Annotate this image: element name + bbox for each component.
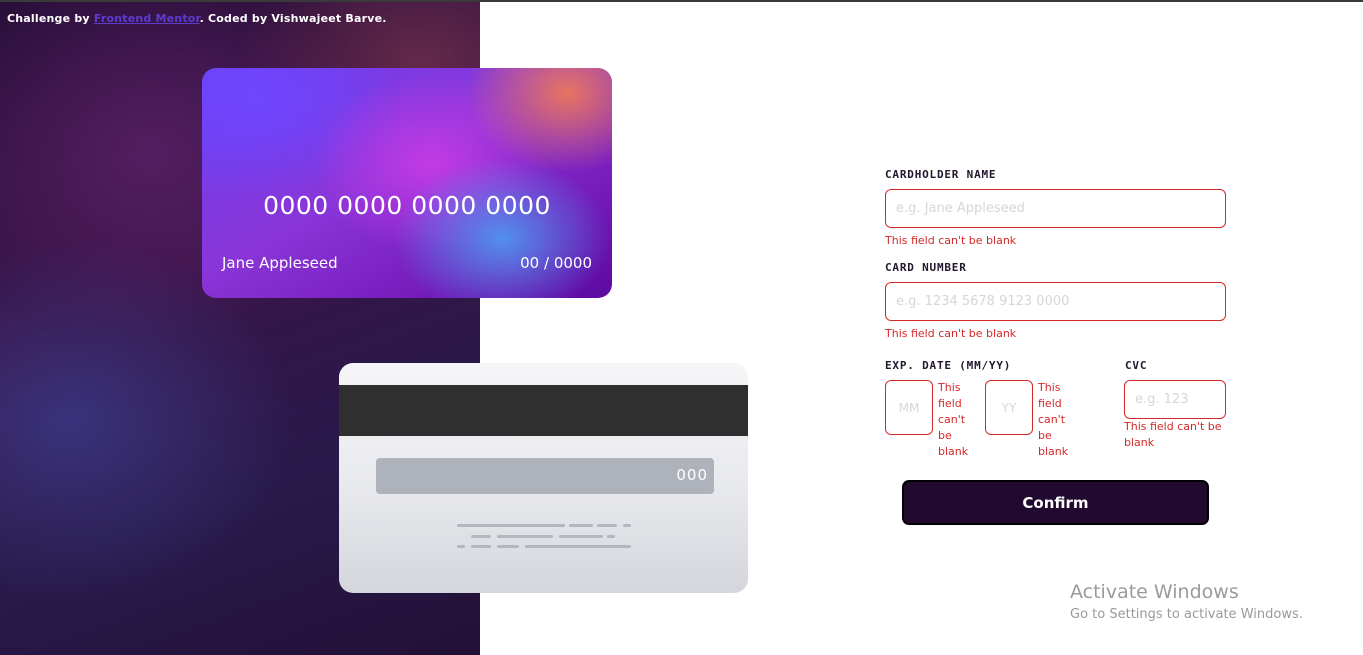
card-number-input[interactable] bbox=[885, 282, 1226, 321]
attribution-prefix: Challenge by bbox=[7, 12, 94, 25]
cvc-label: CVC bbox=[1125, 359, 1148, 372]
cardholder-name-error: This field can't be blank bbox=[885, 234, 1017, 247]
activate-windows-subtitle: Go to Settings to activate Windows. bbox=[1070, 607, 1303, 622]
exp-month-input[interactable] bbox=[885, 380, 933, 435]
decorative-dash bbox=[569, 524, 593, 527]
exp-year-input[interactable] bbox=[985, 380, 1033, 435]
decorative-dash bbox=[559, 535, 603, 538]
magnetic-stripe bbox=[339, 385, 748, 436]
decorative-dash bbox=[497, 545, 519, 548]
decorative-dash bbox=[525, 545, 631, 548]
exp-month-error: This field can't be blank bbox=[938, 381, 969, 458]
decorative-dash bbox=[457, 545, 465, 548]
card-front: 0000 0000 0000 0000 Jane Appleseed 00 / … bbox=[202, 68, 612, 298]
decorative-dash bbox=[607, 535, 615, 538]
signature-strip: 000 bbox=[376, 458, 714, 494]
card-number-label: CARD NUMBER bbox=[885, 261, 967, 274]
attribution-text: Challenge by Frontend Mentor. Coded by V… bbox=[7, 12, 387, 25]
confirm-button[interactable]: Confirm bbox=[902, 480, 1209, 525]
frontend-mentor-link[interactable]: Frontend Mentor bbox=[94, 12, 200, 25]
decorative-dash bbox=[623, 524, 631, 527]
activate-windows-title: Activate Windows bbox=[1070, 581, 1239, 603]
exp-date-label: EXP. DATE (MM/YY) bbox=[885, 359, 1012, 372]
cardholder-name-label: CARDHOLDER NAME bbox=[885, 168, 997, 181]
card-front-name: Jane Appleseed bbox=[222, 254, 338, 272]
card-back-cvc: 000 bbox=[676, 466, 708, 484]
decorative-dash bbox=[471, 535, 491, 538]
card-front-expiry: 00 / 0000 bbox=[520, 254, 592, 272]
cvc-input[interactable] bbox=[1124, 380, 1226, 419]
card-back: 000 bbox=[339, 363, 748, 593]
card-number-error: This field can't be blank bbox=[885, 327, 1017, 340]
exp-year-error: This field can't be blank bbox=[1038, 381, 1069, 458]
decorative-dash bbox=[457, 524, 565, 527]
cardholder-name-input[interactable] bbox=[885, 189, 1226, 228]
decorative-dash bbox=[597, 524, 617, 527]
decorative-dash bbox=[471, 545, 491, 548]
decorative-dash bbox=[497, 535, 553, 538]
attribution-suffix: . Coded by Vishwajeet Barve. bbox=[199, 12, 387, 25]
cvc-error: This field can't be blank bbox=[1124, 420, 1222, 449]
card-front-number: 0000 0000 0000 0000 bbox=[263, 191, 551, 220]
